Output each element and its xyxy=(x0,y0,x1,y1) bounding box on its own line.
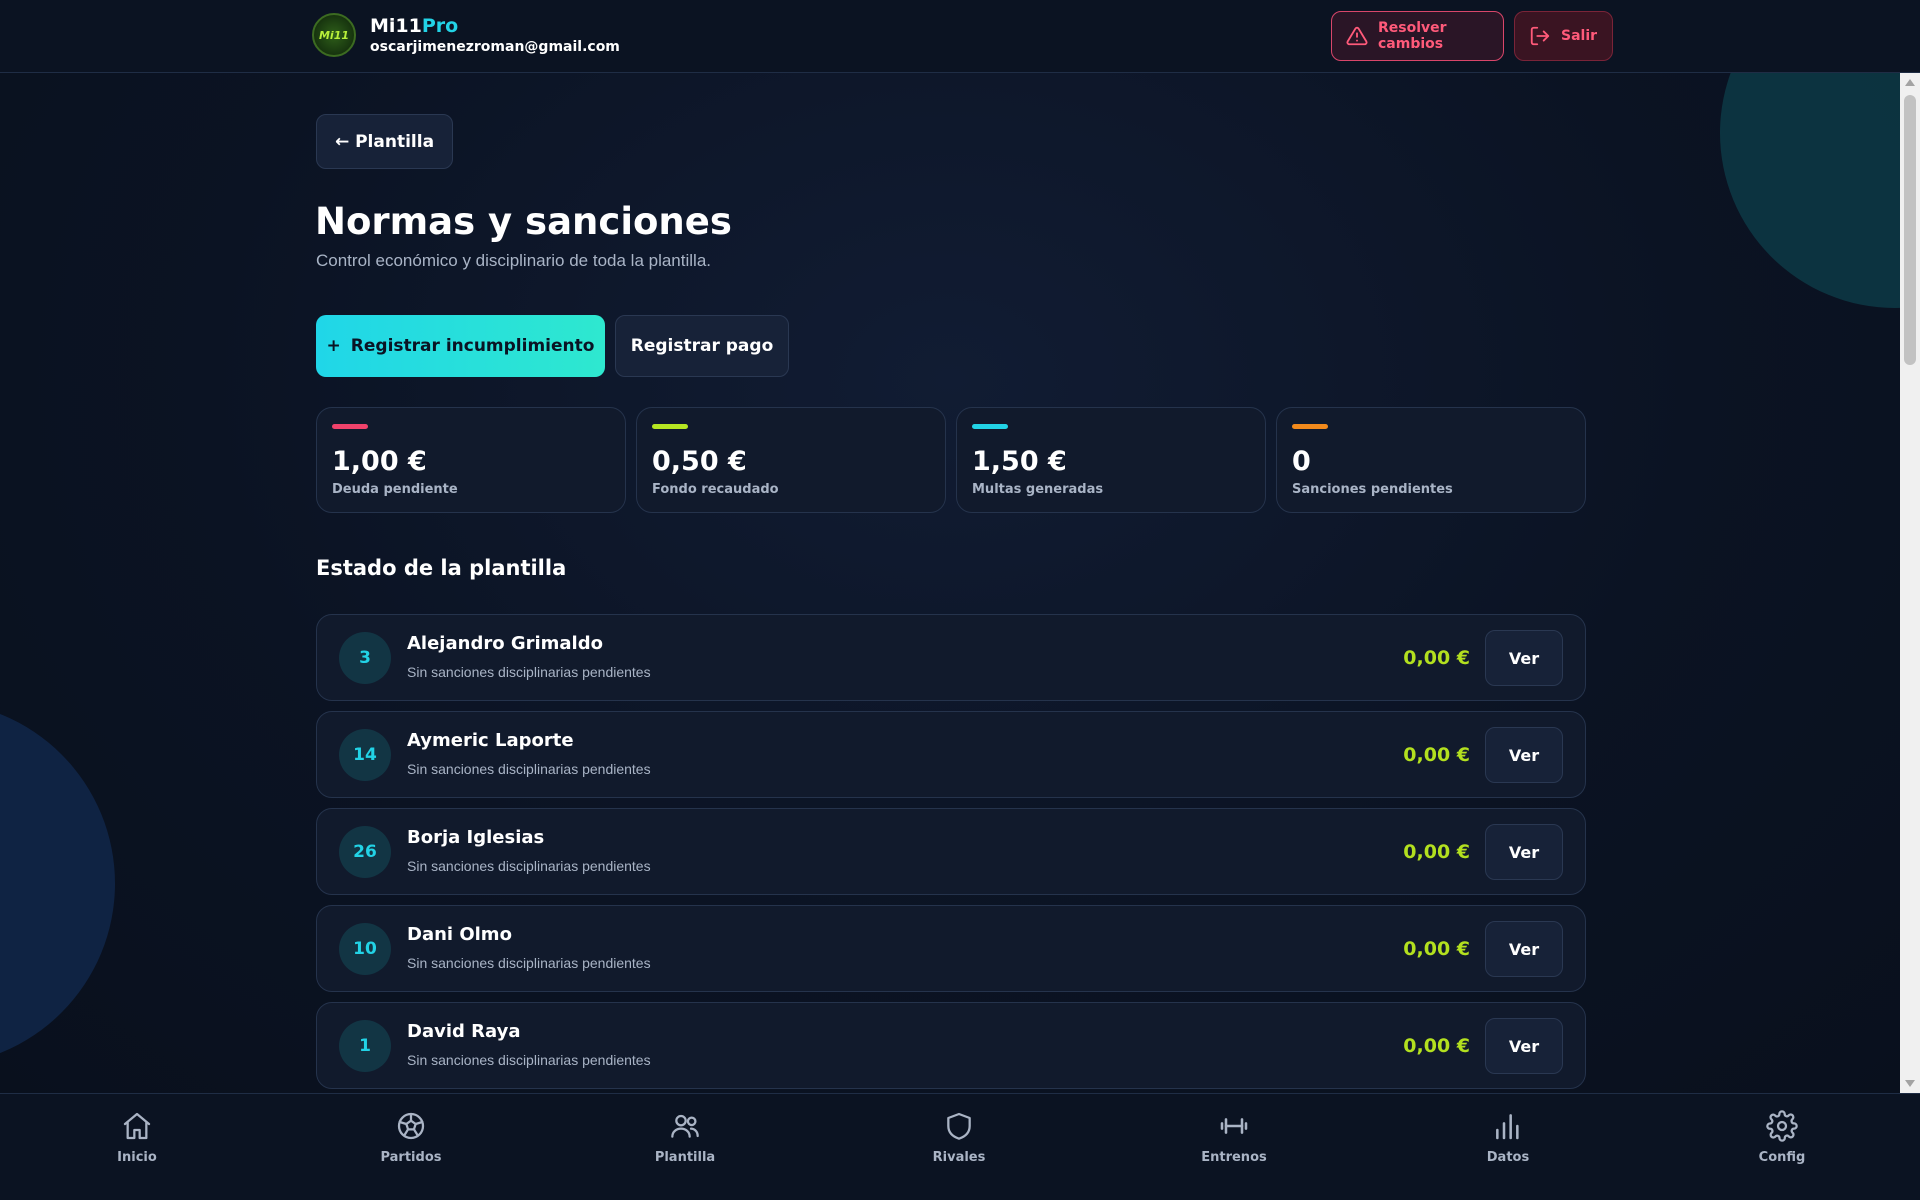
users-icon xyxy=(671,1114,699,1138)
view-player-button[interactable]: Ver xyxy=(1485,727,1563,783)
register-breach-button[interactable]: + Registrar incumplimiento xyxy=(316,315,605,377)
stat-accent-bar xyxy=(652,424,688,429)
home-icon xyxy=(123,1112,151,1140)
nav-label: Entrenos xyxy=(1201,1150,1267,1165)
gear-icon xyxy=(1766,1110,1798,1142)
view-player-button[interactable]: Ver xyxy=(1485,630,1563,686)
player-row: 10 Dani Olmo Sin sanciones disciplinaria… xyxy=(316,905,1586,992)
stat-accent-bar xyxy=(332,424,368,429)
soccer-ball-icon xyxy=(397,1112,425,1140)
nav-label: Config xyxy=(1758,1150,1806,1165)
nav-label: Plantilla xyxy=(654,1150,716,1165)
player-number-badge: 1 xyxy=(339,1020,391,1072)
user-email: oscarjimenezroman@gmail.com xyxy=(370,39,620,55)
stat-accent-bar xyxy=(1292,424,1328,429)
decorative-circle xyxy=(0,701,115,1066)
club-logo: Mi11 xyxy=(312,13,356,57)
register-payment-button[interactable]: Registrar pago xyxy=(615,315,789,377)
player-number-badge: 3 xyxy=(339,632,391,684)
stat-card-sanctions: 0 Sanciones pendientes xyxy=(1276,407,1586,513)
resolve-changes-button[interactable]: Resolver cambios xyxy=(1331,11,1504,61)
player-row: 3 Alejandro Grimaldo Sin sanciones disci… xyxy=(316,614,1586,701)
page-title: Normas y sanciones xyxy=(315,200,732,243)
stat-value: 1,00 € xyxy=(332,446,427,477)
player-status: Sin sanciones disciplinarias pendientes xyxy=(407,955,651,971)
logout-button[interactable]: Salir xyxy=(1514,11,1613,61)
nav-item-entrenos[interactable]: Entrenos xyxy=(1174,1110,1294,1180)
logout-icon xyxy=(1530,26,1550,46)
stat-accent-bar xyxy=(972,424,1008,429)
player-row: 14 Aymeric Laporte Sin sanciones discipl… xyxy=(316,711,1586,798)
page-subtitle: Control económico y disciplinario de tod… xyxy=(316,251,711,270)
view-player-button[interactable]: Ver xyxy=(1485,1018,1563,1074)
player-status: Sin sanciones disciplinarias pendientes xyxy=(407,858,651,874)
nav-item-plantilla[interactable]: Plantilla xyxy=(625,1110,745,1180)
resolve-changes-label: Resolver cambios xyxy=(1378,20,1447,52)
stat-label: Sanciones pendientes xyxy=(1292,482,1453,497)
stat-label: Multas generadas xyxy=(972,482,1104,497)
stat-value: 0 xyxy=(1292,446,1311,477)
player-amount: 0,00 € xyxy=(1403,647,1470,669)
scroll-down-arrow-icon[interactable] xyxy=(1905,1080,1915,1087)
nav-item-inicio[interactable]: Inicio xyxy=(77,1110,197,1180)
player-status: Sin sanciones disciplinarias pendientes xyxy=(407,664,651,680)
player-name: David Raya xyxy=(407,1021,521,1042)
player-name: Alejandro Grimaldo xyxy=(407,633,603,654)
nav-item-rivales[interactable]: Rivales xyxy=(899,1110,1019,1180)
bottom-navigation: Inicio Partidos Plantilla Rivales Entren… xyxy=(0,1093,1920,1200)
player-name: Dani Olmo xyxy=(407,924,512,945)
dumbbell-icon xyxy=(1220,1118,1248,1134)
nav-label: Inicio xyxy=(117,1150,157,1165)
player-name: Borja Iglesias xyxy=(407,827,545,848)
bar-chart-icon xyxy=(1496,1114,1519,1140)
nav-label: Datos xyxy=(1486,1150,1530,1165)
stat-label: Deuda pendiente xyxy=(332,482,458,497)
nav-item-datos[interactable]: Datos xyxy=(1448,1110,1568,1180)
player-name: Aymeric Laporte xyxy=(407,730,574,751)
scrollbar-thumb[interactable] xyxy=(1904,95,1916,365)
stat-label: Fondo recaudado xyxy=(652,482,779,497)
player-row: 1 David Raya Sin sanciones disciplinaria… xyxy=(316,1002,1586,1089)
view-player-button[interactable]: Ver xyxy=(1485,921,1563,977)
player-amount: 0,00 € xyxy=(1403,841,1470,863)
view-player-button[interactable]: Ver xyxy=(1485,824,1563,880)
player-amount: 0,00 € xyxy=(1403,1035,1470,1057)
player-amount: 0,00 € xyxy=(1403,938,1470,960)
section-title: Estado de la plantilla xyxy=(316,556,567,580)
nav-label: Rivales xyxy=(932,1150,986,1165)
stat-value: 0,50 € xyxy=(652,446,747,477)
stat-card-fund: 0,50 € Fondo recaudado xyxy=(636,407,946,513)
page-scrollbar[interactable] xyxy=(1900,73,1920,1093)
player-row: 26 Borja Iglesias Sin sanciones discipli… xyxy=(316,808,1586,895)
player-number-badge: 14 xyxy=(339,729,391,781)
plus-icon: + xyxy=(326,336,341,356)
nav-item-partidos[interactable]: Partidos xyxy=(351,1110,471,1180)
register-breach-label: Registrar incumplimiento xyxy=(350,336,595,356)
scroll-up-arrow-icon[interactable] xyxy=(1905,79,1915,86)
logout-label: Salir xyxy=(1561,28,1598,44)
shield-icon xyxy=(947,1112,971,1140)
stat-card-debt: 1,00 € Deuda pendiente xyxy=(316,407,626,513)
nav-label: Partidos xyxy=(380,1150,442,1165)
stat-card-fines: 1,50 € Multas generadas xyxy=(956,407,1266,513)
player-status: Sin sanciones disciplinarias pendientes xyxy=(407,761,651,777)
player-number-badge: 26 xyxy=(339,826,391,878)
top-header: Mi11 Mi11Pro oscarjimenezroman@gmail.com… xyxy=(0,0,1920,73)
player-status: Sin sanciones disciplinarias pendientes xyxy=(407,1052,651,1068)
brand-title: Mi11Pro xyxy=(370,15,459,37)
player-amount: 0,00 € xyxy=(1403,744,1470,766)
back-to-squad-button[interactable]: ← Plantilla xyxy=(316,114,453,169)
decorative-circle xyxy=(1720,73,1900,308)
stat-value: 1,50 € xyxy=(972,446,1067,477)
warning-icon xyxy=(1346,26,1368,46)
player-number-badge: 10 xyxy=(339,923,391,975)
nav-item-config[interactable]: Config xyxy=(1722,1110,1842,1180)
